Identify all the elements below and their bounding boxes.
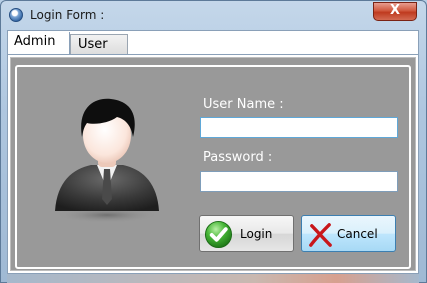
app-icon xyxy=(9,8,23,22)
tab-user[interactable]: User xyxy=(70,34,128,55)
password-label: Password : xyxy=(203,150,273,165)
tab-admin[interactable]: Admin xyxy=(9,32,70,55)
login-button-label: Login xyxy=(240,227,273,241)
window-bottom-edge xyxy=(7,274,419,283)
cancel-button[interactable]: Cancel xyxy=(301,215,396,252)
username-input[interactable] xyxy=(200,117,398,138)
admin-tab-panel: User Name : Password : Login Cancel xyxy=(7,54,419,274)
checkmark-icon xyxy=(204,220,233,249)
login-window: Login Form : X Admin User User Name: Pa… xyxy=(0,0,427,283)
title-bar[interactable]: Login Form : X xyxy=(1,1,426,29)
user-avatar-icon xyxy=(55,98,159,223)
tab-strip: Admin User xyxy=(7,30,419,55)
window-title: Login Form : xyxy=(30,8,105,22)
login-button[interactable]: Login xyxy=(199,215,294,252)
form-frame: User Name : Password : Login Cancel xyxy=(15,65,411,269)
form-background: User Name : Password : Login Cancel xyxy=(10,57,416,271)
password-input[interactable] xyxy=(200,171,398,192)
cross-icon xyxy=(309,223,332,247)
cancel-button-label: Cancel xyxy=(337,227,378,241)
close-button[interactable]: X xyxy=(373,2,417,21)
username-label: User Name : xyxy=(203,97,284,112)
